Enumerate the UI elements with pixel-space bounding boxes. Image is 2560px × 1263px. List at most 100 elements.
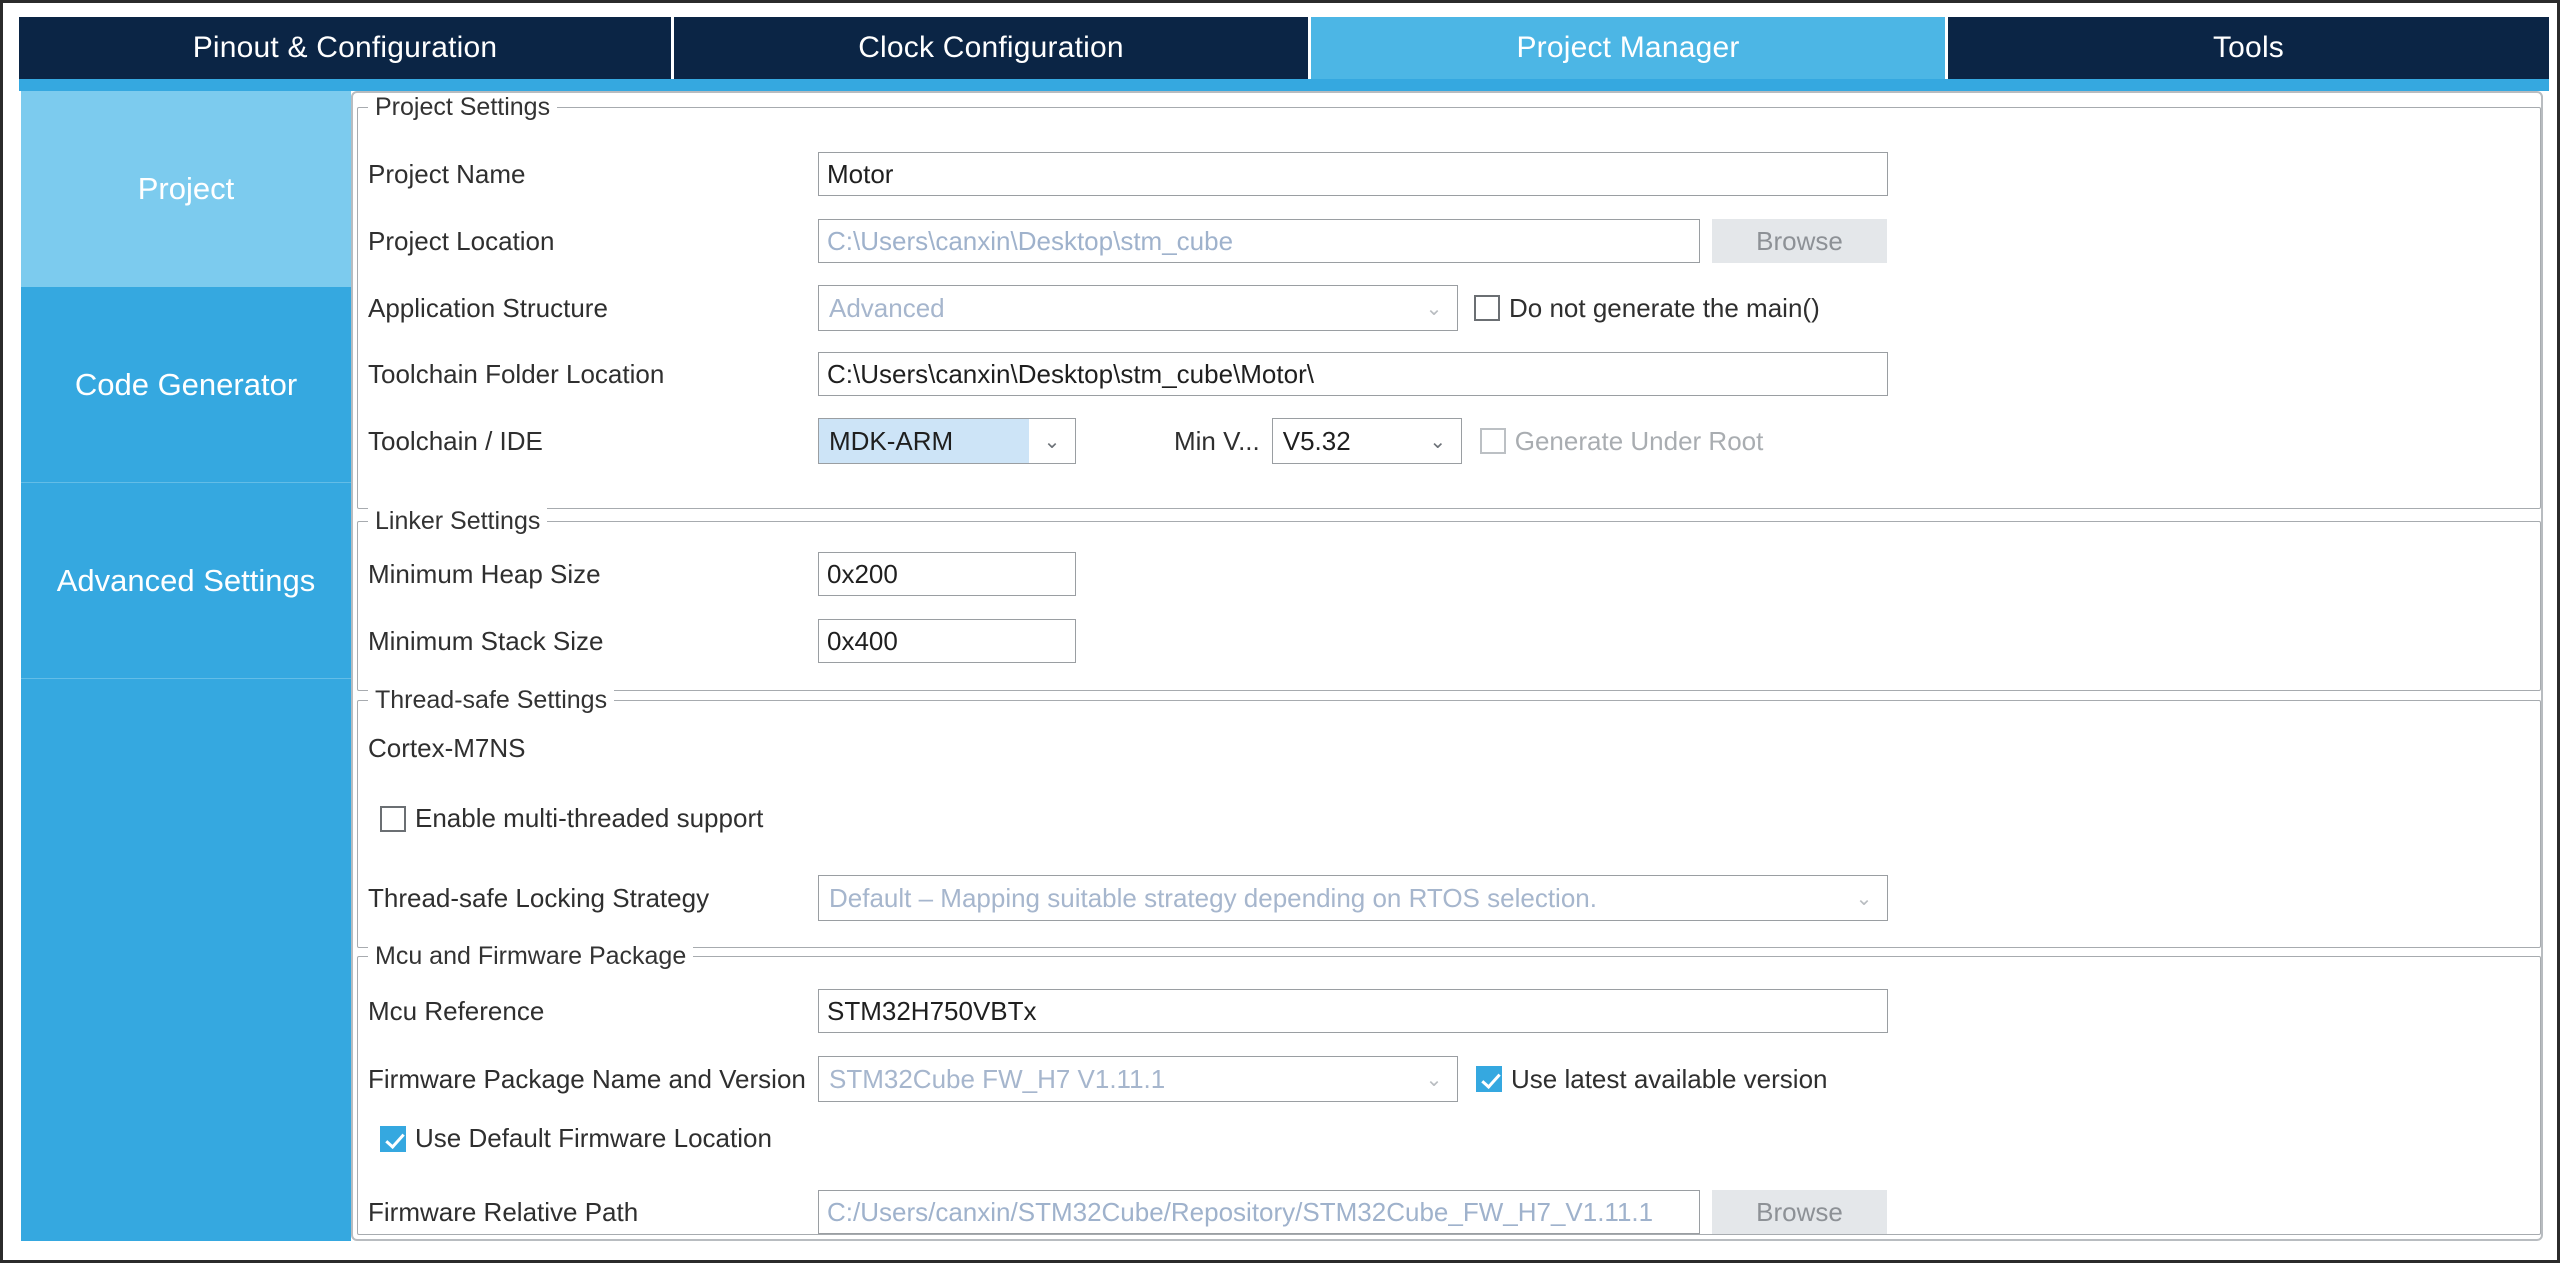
application-structure-combobox[interactable]: Advanced ⌄ (818, 285, 1458, 331)
generate-under-root-checkbox[interactable]: Generate Under Root (1479, 425, 1764, 457)
core-name-label: Cortex-M7NS (368, 733, 526, 763)
toolchain-ide-row: Toolchain / IDE MDK-ARM ⌄ Min V... V5.32… (368, 418, 2468, 464)
minimum-heap-size-input[interactable]: 0x200 (818, 552, 1076, 596)
minimum-stack-size-value: 0x400 (827, 625, 898, 656)
mcu-firmware-package-group: Mcu and Firmware Package Mcu Reference S… (357, 942, 2541, 1235)
checkbox-box (380, 805, 406, 832)
firmware-relative-path-value: C:/Users/canxin/STM32Cube/Repository/STM… (827, 1196, 1654, 1227)
project-name-input[interactable]: Motor (818, 152, 1888, 196)
sidebar: Project Code Generator Advanced Settings (21, 91, 351, 1241)
chevron-down-icon: ⌄ (1429, 430, 1447, 453)
locking-strategy-label: Thread-safe Locking Strategy (368, 882, 710, 913)
toolchain-folder-location-row: Toolchain Folder Location C:\Users\canxi… (368, 352, 2328, 396)
chevron-down-icon: ⌄ (1855, 887, 1873, 910)
main-tabbar: Pinout & Configuration Clock Configurati… (19, 17, 2549, 79)
mcu-reference-input[interactable]: STM32H750VBTx (818, 989, 1888, 1033)
tab-project-manager[interactable]: Project Manager (1311, 17, 1948, 79)
min-version-value: V5.32 (1282, 425, 1351, 456)
project-name-row: Project Name Motor (368, 152, 2268, 196)
firmware-browse-button[interactable]: Browse (1712, 1190, 1887, 1234)
use-default-firmware-location-checkbox[interactable]: Use Default Firmware Location (380, 1123, 772, 1154)
enable-multithread-row: Enable multi-threaded support (380, 803, 763, 834)
firmware-package-value: STM32Cube FW_H7 V1.11.1 (829, 1063, 1166, 1094)
project-location-row: Project Location C:\Users\canxin\Desktop… (368, 219, 2368, 263)
linker-settings-group: Linker Settings Minimum Heap Size 0x200 … (357, 507, 2541, 691)
mcu-reference-row: Mcu Reference STM32H750VBTx (368, 989, 2068, 1033)
locking-strategy-row: Thread-safe Locking Strategy Default – M… (368, 875, 2468, 921)
tab-clock-configuration[interactable]: Clock Configuration (674, 17, 1311, 79)
checkbox-box (1476, 1066, 1502, 1092)
sidebar-item-project[interactable]: Project (21, 91, 351, 287)
project-name-label: Project Name (368, 158, 526, 189)
toolchain-folder-location-label: Toolchain Folder Location (368, 358, 665, 389)
toolchain-ide-value: MDK-ARM (819, 419, 1029, 463)
project-settings-group: Project Settings Project Name Motor Proj… (357, 93, 2541, 509)
checkbox-box (1479, 428, 1506, 454)
tab-pinout-configuration-label: Pinout & Configuration (192, 31, 498, 64)
minimum-stack-size-input[interactable]: 0x400 (818, 619, 1076, 663)
chevron-down-icon: ⌄ (1425, 297, 1443, 320)
tab-project-manager-label: Project Manager (1516, 31, 1740, 64)
locking-strategy-combobox[interactable]: Default – Mapping suitable strategy depe… (818, 875, 1888, 921)
minimum-heap-size-label: Minimum Heap Size (368, 558, 601, 589)
minimum-stack-size-row: Minimum Stack Size 0x400 (368, 619, 1568, 663)
use-default-firmware-location-label: Use Default Firmware Location (415, 1123, 772, 1153)
minimum-heap-size-row: Minimum Heap Size 0x200 (368, 552, 1568, 596)
project-location-browse-label: Browse (1756, 225, 1843, 256)
application-structure-label: Application Structure (368, 292, 608, 323)
use-latest-available-version-checkbox[interactable]: Use latest available version (1476, 1064, 1828, 1095)
project-location-value: C:\Users\canxin\Desktop\stm_cube (827, 225, 1234, 256)
enable-multithreaded-support-label: Enable multi-threaded support (415, 803, 764, 833)
tabbar-underline (19, 79, 2549, 91)
use-latest-available-version-label: Use latest available version (1511, 1063, 1828, 1094)
project-manager-panel: Project Settings Project Name Motor Proj… (351, 91, 2543, 1241)
sidebar-item-code-generator[interactable]: Code Generator (21, 287, 351, 483)
do-not-generate-main-checkbox[interactable]: Do not generate the main() (1474, 293, 1820, 324)
toolchain-folder-location-value: C:\Users\canxin\Desktop\stm_cube\Motor\ (827, 358, 1314, 389)
enable-multithreaded-support-checkbox[interactable]: Enable multi-threaded support (380, 803, 763, 834)
firmware-browse-label: Browse (1756, 1196, 1843, 1227)
chevron-down-icon: ⌄ (1043, 430, 1061, 453)
sidebar-item-advanced-settings-label: Advanced Settings (56, 562, 316, 598)
project-location-label: Project Location (368, 225, 555, 256)
checkbox-box (1474, 295, 1500, 321)
tab-clock-configuration-label: Clock Configuration (858, 31, 1124, 64)
firmware-package-label: Firmware Package Name and Version (368, 1063, 806, 1094)
min-version-combobox[interactable]: V5.32 ⌄ (1271, 418, 1462, 464)
application-structure-value: Advanced (829, 292, 945, 323)
sidebar-item-code-generator-label: Code Generator (74, 366, 298, 402)
firmware-relative-path-row: Firmware Relative Path C:/Users/canxin/S… (368, 1190, 2428, 1234)
firmware-package-row: Firmware Package Name and Version STM32C… (368, 1056, 2468, 1102)
stm32cubemx-window: Pinout & Configuration Clock Configurati… (0, 0, 2560, 1263)
firmware-package-combobox[interactable]: STM32Cube FW_H7 V1.11.1 ⌄ (818, 1056, 1458, 1102)
tab-pinout-configuration[interactable]: Pinout & Configuration (19, 17, 674, 79)
project-location-browse-button[interactable]: Browse (1712, 219, 1887, 263)
project-location-input[interactable]: C:\Users\canxin\Desktop\stm_cube (818, 219, 1700, 263)
mcu-firmware-package-legend: Mcu and Firmware Package (368, 942, 694, 971)
tab-tools[interactable]: Tools (1948, 17, 2549, 79)
minimum-stack-size-label: Minimum Stack Size (368, 625, 604, 656)
min-version-label: Min V... (1174, 425, 1260, 456)
mcu-reference-label: Mcu Reference (368, 995, 545, 1026)
thread-safe-settings-legend: Thread-safe Settings (368, 686, 615, 715)
sidebar-item-advanced-settings[interactable]: Advanced Settings (21, 483, 351, 679)
locking-strategy-value: Default – Mapping suitable strategy depe… (829, 882, 1597, 913)
checkbox-box (380, 1125, 406, 1152)
firmware-relative-path-label: Firmware Relative Path (368, 1196, 639, 1227)
project-settings-legend: Project Settings (368, 93, 558, 122)
project-name-value: Motor (827, 158, 894, 189)
toolchain-ide-combobox[interactable]: MDK-ARM ⌄ (818, 418, 1076, 464)
use-default-firmware-location-row: Use Default Firmware Location (380, 1123, 772, 1154)
core-name-row: Cortex-M7NS (368, 733, 525, 764)
generate-under-root-label: Generate Under Root (1514, 425, 1764, 456)
toolchain-ide-label: Toolchain / IDE (368, 425, 543, 456)
do-not-generate-main-label: Do not generate the main() (1509, 292, 1820, 323)
mcu-reference-value: STM32H750VBTx (827, 995, 1037, 1026)
thread-safe-settings-group: Thread-safe Settings Cortex-M7NS Enable … (357, 686, 2541, 948)
toolchain-folder-location-input[interactable]: C:\Users\canxin\Desktop\stm_cube\Motor\ (818, 352, 1888, 396)
firmware-relative-path-input[interactable]: C:/Users/canxin/STM32Cube/Repository/STM… (818, 1190, 1700, 1234)
chevron-down-icon: ⌄ (1425, 1068, 1443, 1091)
sidebar-item-project-label: Project (137, 170, 235, 206)
application-structure-row: Application Structure Advanced ⌄ Do not … (368, 285, 2418, 331)
tab-tools-label: Tools (2212, 31, 2285, 64)
